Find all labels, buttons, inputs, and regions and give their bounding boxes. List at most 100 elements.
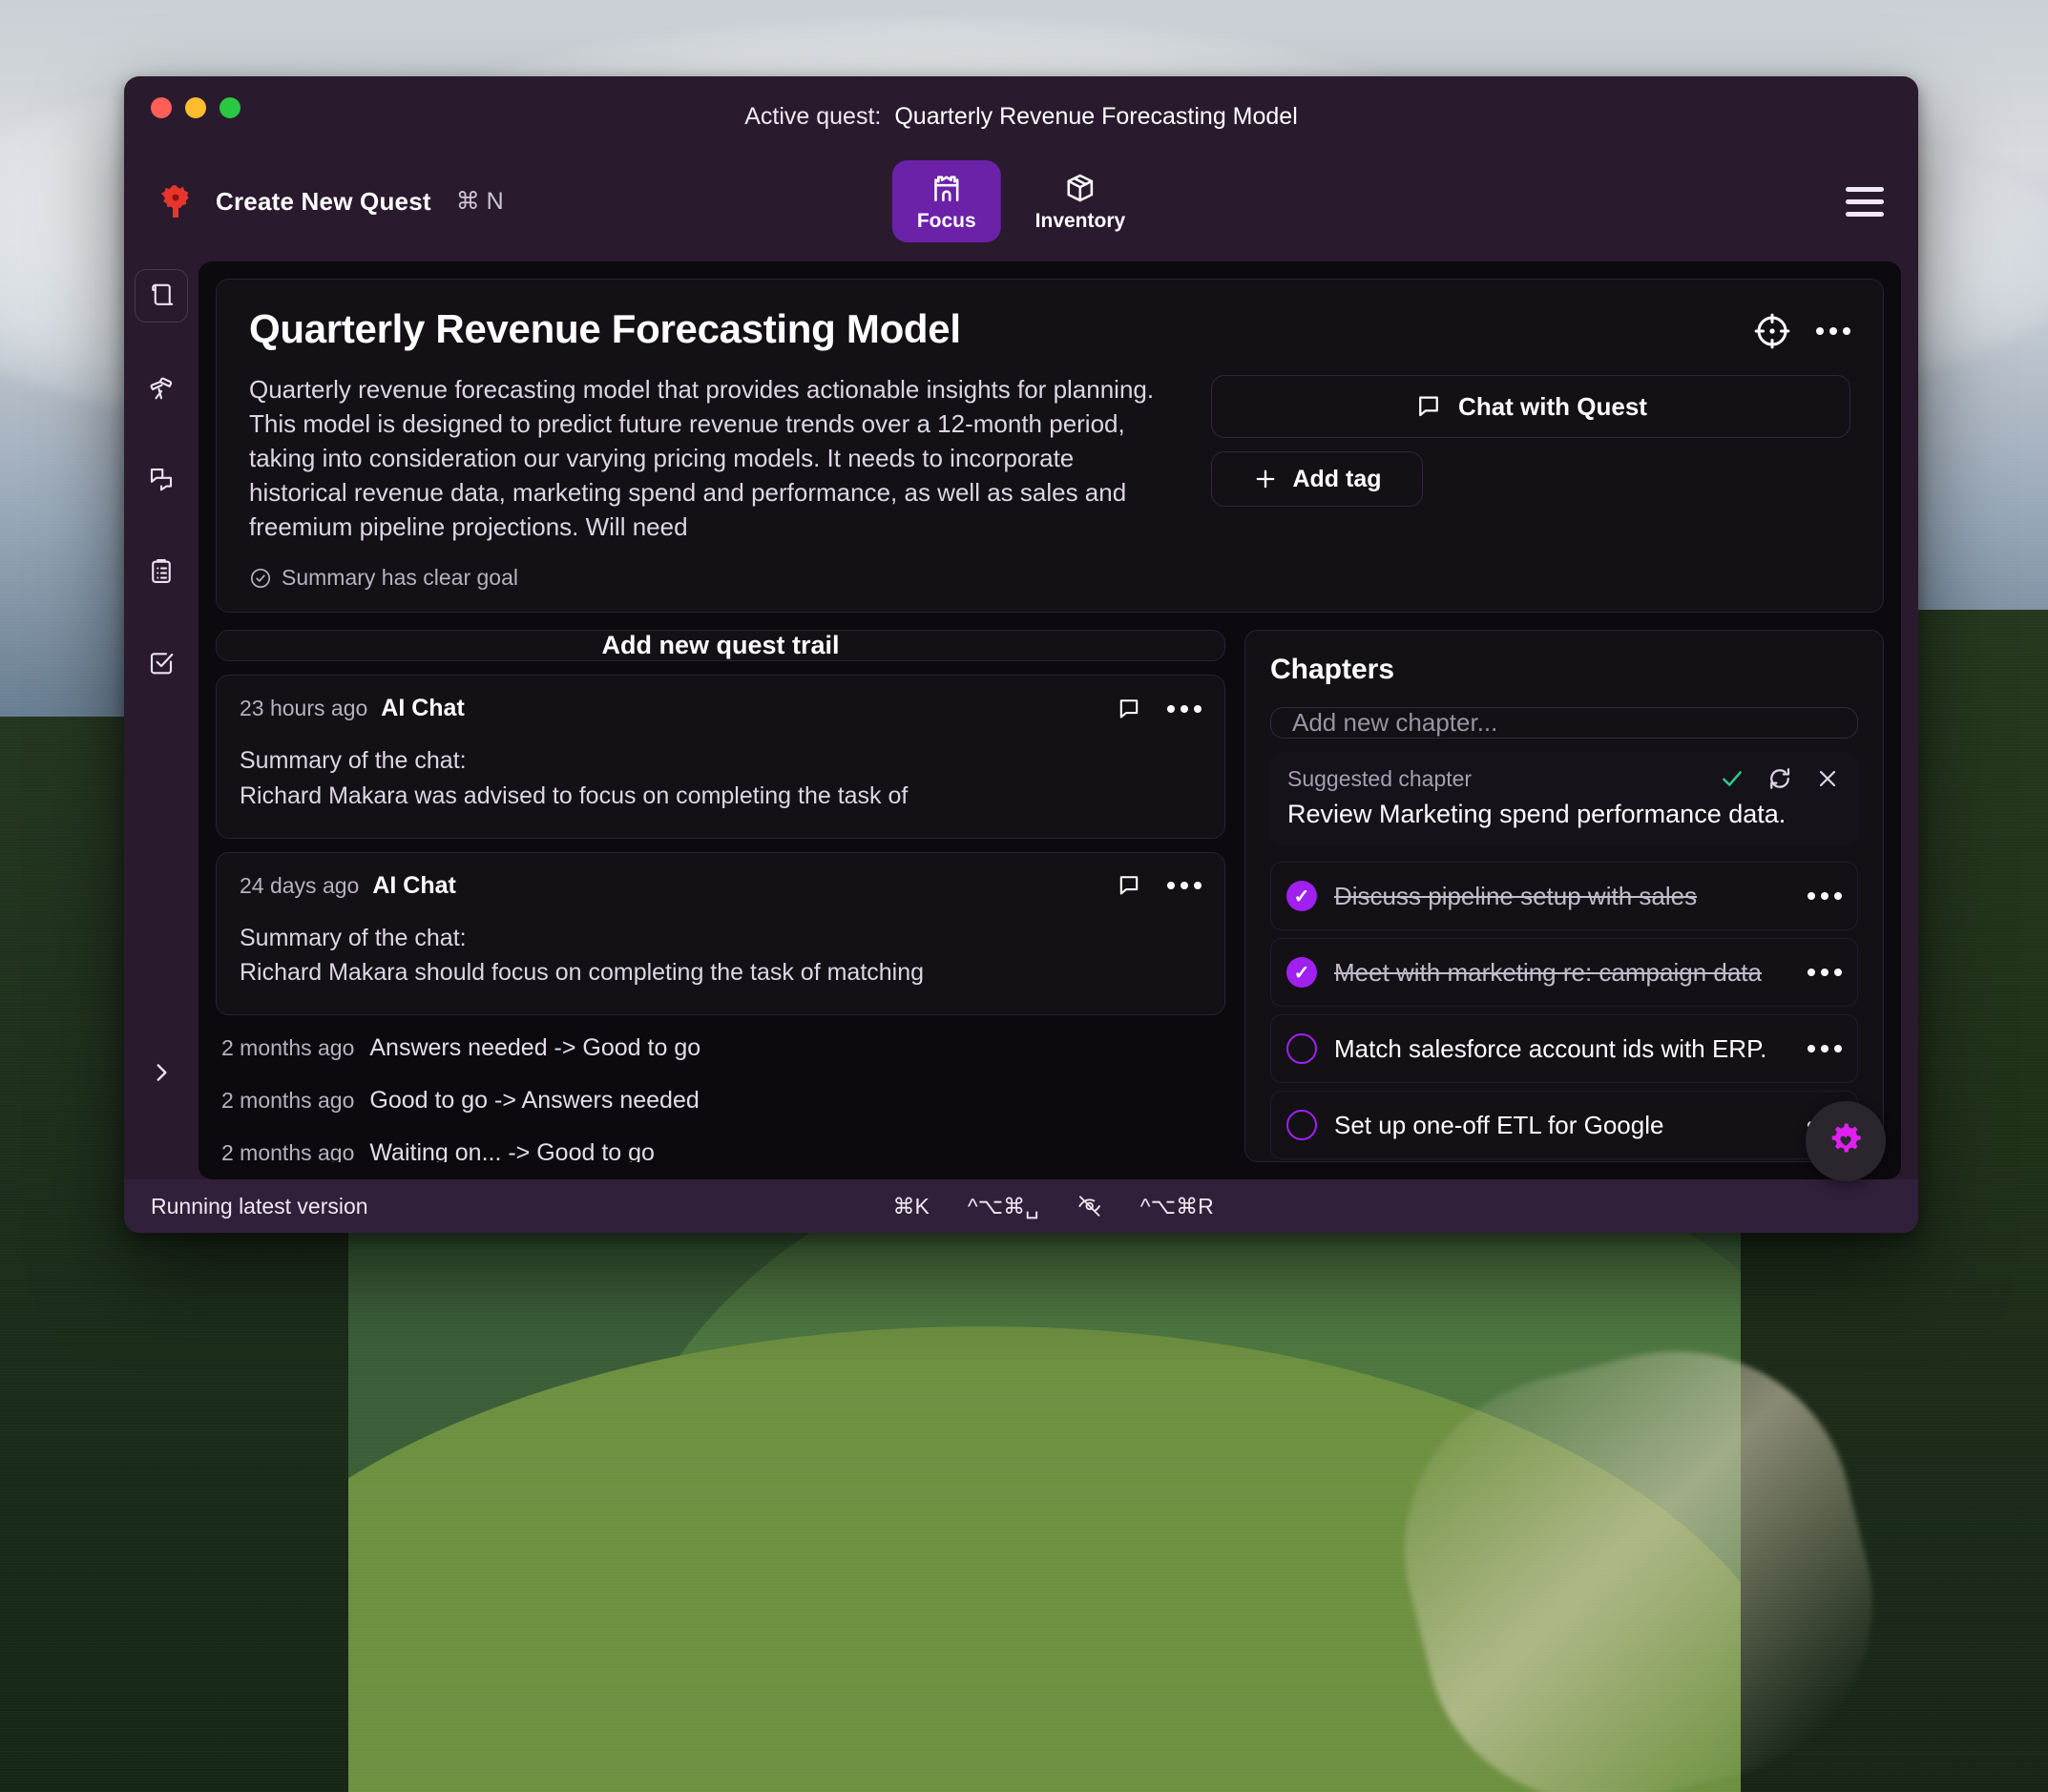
more-horizontal-icon[interactable] xyxy=(1816,327,1850,335)
trail-card-body: Summary of the chat: Richard Makara shou… xyxy=(240,921,1202,990)
status-bar: Running latest version ⌘K ^⌥⌘␣ ^⌥⌘R xyxy=(124,1179,1918,1233)
tab-inventory[interactable]: Inventory xyxy=(1011,160,1151,242)
create-new-quest-button[interactable]: Create New Quest ⌘ N xyxy=(157,182,504,220)
add-chapter-placeholder: Add new chapter... xyxy=(1292,708,1498,738)
quest-description: Quarterly revenue forecasting model that… xyxy=(249,375,1155,541)
trail-timestamp: 2 months ago xyxy=(221,1035,355,1061)
more-horizontal-icon[interactable] xyxy=(1808,969,1842,977)
more-horizontal-icon[interactable] xyxy=(1167,704,1202,713)
trail-summary-text: Richard Makara was advised to focus on c… xyxy=(240,781,909,809)
trail-timestamp: 2 months ago xyxy=(221,1140,355,1162)
sidebar-item-explore[interactable] xyxy=(135,361,188,414)
status-shortcuts: ⌘K ^⌥⌘␣ ^⌥⌘R xyxy=(893,1194,1214,1219)
status-badge: Summary has clear goal xyxy=(249,565,1177,591)
left-sidebar xyxy=(124,252,199,1179)
maximize-window-button[interactable] xyxy=(219,97,240,118)
close-window-button[interactable] xyxy=(151,97,172,118)
chapter-item-label: Set up one-off ETL for Google xyxy=(1334,1110,1664,1139)
trail-card[interactable]: 23 hours ago AI Chat Summary of the chat… xyxy=(216,675,1225,839)
eye-off-icon[interactable] xyxy=(1077,1194,1102,1219)
trail-card-actions xyxy=(1116,696,1202,722)
trail-status-row[interactable]: 2 months ago Waiting on... -> Good to go xyxy=(216,1134,1225,1162)
gear-bug-icon xyxy=(157,182,195,220)
version-status-text: Running latest version xyxy=(151,1193,368,1219)
chat-with-quest-button[interactable]: Chat with Quest xyxy=(1211,375,1850,438)
trail-summary-text: Richard Makara should focus on completin… xyxy=(240,959,925,987)
chapter-item[interactable]: Match salesforce account ids with ERP. xyxy=(1270,1014,1858,1084)
active-quest-indicator: Active quest: Quarterly Revenue Forecast… xyxy=(744,103,1298,131)
chapter-item-label: Discuss pipeline setup with sales xyxy=(1334,881,1698,910)
chapters-panel: Chapters Add new chapter... Suggested ch… xyxy=(1244,630,1886,1181)
castle-icon xyxy=(930,172,963,204)
chapter-item[interactable]: ✓ Meet with marketing re: campaign data xyxy=(1270,938,1858,1008)
trail-status-row[interactable]: 2 months ago Good to go -> Answers neede… xyxy=(216,1081,1225,1120)
telescope-icon xyxy=(147,373,176,402)
trail-timestamp: 2 months ago xyxy=(221,1088,355,1114)
checkbox-icon xyxy=(147,648,176,677)
chapter-item[interactable]: Set up one-off ETL for Google xyxy=(1270,1091,1858,1160)
more-horizontal-icon[interactable] xyxy=(1808,1045,1842,1053)
speech-bubble-icon xyxy=(1414,392,1443,421)
support-fab-button[interactable] xyxy=(1806,1101,1886,1181)
quest-description-block: Quarterly revenue forecasting model that… xyxy=(249,373,1177,591)
chevron-right-icon xyxy=(149,1060,174,1085)
shortcut-quick-capture[interactable]: ^⌥⌘␣ xyxy=(968,1194,1039,1219)
refresh-icon[interactable] xyxy=(1766,765,1793,792)
trail-status-text: Good to go -> Answers needed xyxy=(369,1087,700,1115)
sidebar-item-quests[interactable] xyxy=(135,269,188,323)
more-horizontal-icon[interactable] xyxy=(1808,892,1842,901)
speech-bubble-icon[interactable] xyxy=(1116,696,1142,722)
speech-bubble-icon[interactable] xyxy=(1116,872,1142,899)
sidebar-item-chats[interactable] xyxy=(135,452,188,506)
box-icon xyxy=(1064,172,1097,204)
app-window: Active quest: Quarterly Revenue Forecast… xyxy=(124,76,1918,1233)
suggested-chapter-header: Suggested chapter xyxy=(1287,765,1841,792)
lower-section: Add new quest trail 23 hours ago AI Chat xyxy=(216,630,1886,1181)
chapter-list: ✓ Discuss pipeline setup with sales ✓ Me… xyxy=(1270,862,1858,1160)
window-titlebar: Active quest: Quarterly Revenue Forecast… xyxy=(124,76,1918,151)
chapters-column: Chapters Add new chapter... Suggested ch… xyxy=(1244,630,1886,1181)
close-icon[interactable] xyxy=(1814,765,1841,792)
trail-card-body: Summary of the chat: Richard Makara was … xyxy=(240,743,1202,813)
suggested-chapter-text: Review Marketing spend performance data. xyxy=(1287,800,1787,829)
tab-focus[interactable]: Focus xyxy=(891,160,1001,242)
create-new-quest-shortcut: ⌘ N xyxy=(455,188,504,215)
trail-card[interactable]: 24 days ago AI Chat Summary of the chat:… xyxy=(216,851,1225,1016)
add-chapter-input[interactable]: Add new chapter... xyxy=(1270,707,1858,740)
chapter-item[interactable]: ✓ Discuss pipeline setup with sales xyxy=(1270,862,1858,931)
window-controls[interactable] xyxy=(151,97,240,118)
tab-focus-label: Focus xyxy=(916,210,976,232)
sidebar-item-tasks[interactable] xyxy=(135,636,188,689)
suggested-chapter: Suggested chapter Review Marketing spend… xyxy=(1270,752,1858,847)
quest-detail-card: Quarterly Revenue Forecasting Model Quar… xyxy=(216,279,1884,614)
chapter-checkbox-unchecked[interactable] xyxy=(1286,1110,1317,1141)
active-quest-title: Quarterly Revenue Forecasting Model xyxy=(894,102,1298,130)
chapter-checkbox-checked[interactable]: ✓ xyxy=(1286,957,1317,989)
suggested-chapter-actions xyxy=(1719,765,1841,792)
check-icon[interactable] xyxy=(1719,765,1745,792)
active-quest-label: Active quest: xyxy=(744,102,882,130)
add-tag-label: Add tag xyxy=(1292,465,1382,492)
circle-check-icon xyxy=(249,567,272,590)
chapters-title: Chapters xyxy=(1270,654,1395,686)
sidebar-expand-button[interactable] xyxy=(140,1052,182,1094)
shortcut-command-k[interactable]: ⌘K xyxy=(893,1194,930,1219)
plus-icon xyxy=(1252,466,1279,492)
trail-summary-line: Summary of the chat: xyxy=(240,924,467,951)
add-new-quest-trail-button[interactable]: Add new quest trail xyxy=(216,630,1225,662)
chapter-checkbox-checked[interactable]: ✓ xyxy=(1286,881,1317,912)
crosshair-icon[interactable] xyxy=(1753,312,1791,350)
trail-status-row[interactable]: 2 months ago Answers needed -> Good to g… xyxy=(216,1029,1225,1068)
chapter-checkbox-unchecked[interactable] xyxy=(1286,1033,1317,1065)
hamburger-icon[interactable] xyxy=(1846,186,1884,217)
shortcut-reload[interactable]: ^⌥⌘R xyxy=(1140,1194,1214,1219)
trail-timestamp: 24 days ago xyxy=(240,872,360,898)
sidebar-item-notes[interactable] xyxy=(135,544,188,597)
quest-detail-columns: Quarterly revenue forecasting model that… xyxy=(249,373,1850,591)
main-tabs: Focus Inventory xyxy=(891,160,1151,242)
minimize-window-button[interactable] xyxy=(185,97,206,118)
app-body: Quarterly Revenue Forecasting Model Quar… xyxy=(124,252,1918,1181)
chat-with-quest-label: Chat with Quest xyxy=(1458,391,1647,421)
more-horizontal-icon[interactable] xyxy=(1167,882,1202,890)
add-tag-button[interactable]: Add tag xyxy=(1211,451,1423,507)
